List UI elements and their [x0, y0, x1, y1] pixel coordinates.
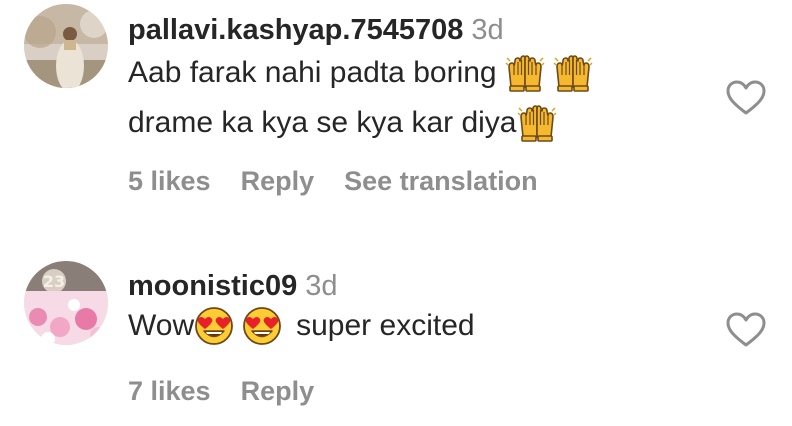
profile-photo	[24, 4, 108, 88]
heart-outline-icon[interactable]	[726, 312, 766, 348]
comment-text-line: Aab farak nahi padta boring	[128, 56, 497, 89]
heart-eyes-emoji	[242, 306, 282, 346]
comment-actions: 5 likes Reply See translation	[128, 166, 568, 197]
reply-button[interactable]: Reply	[241, 166, 315, 196]
raising-hands-emoji	[505, 53, 545, 93]
comment-text-end: super excited	[296, 309, 475, 342]
comment-text: Aab farak nahi padta boring	[128, 48, 712, 98]
comment-item: pallavi.kashyap.7545708 3d Aab farak nahi…	[0, 0, 792, 210]
likes-count[interactable]: 7 likes	[128, 376, 211, 406]
comment-text-line: drame ka kya se kya kar diya	[128, 106, 517, 139]
avatar[interactable]: 23	[24, 261, 108, 345]
raising-hands-emoji	[517, 103, 557, 143]
raising-hands-emoji	[553, 53, 593, 93]
avatar[interactable]	[24, 4, 108, 88]
reply-button[interactable]: Reply	[241, 376, 315, 406]
heart-outline-icon[interactable]	[726, 80, 766, 116]
likes-count[interactable]: 5 likes	[128, 166, 211, 196]
profile-photo: 23	[24, 261, 108, 345]
comment-text: Wow super excited	[128, 304, 712, 348]
svg-text:23: 23	[43, 272, 65, 291]
timestamp: 3d	[305, 270, 338, 302]
comment-text: drame ka kya se kya kar diya	[128, 98, 712, 148]
comment-item: 23 moonistic09 3d Wow super excited 7 lik…	[0, 250, 792, 426]
username[interactable]: moonistic09	[128, 270, 297, 302]
comment-text-start: Wow	[128, 309, 195, 342]
username[interactable]: pallavi.kashyap.7545708	[128, 14, 463, 46]
see-translation-button[interactable]: See translation	[344, 166, 538, 196]
timestamp: 3d	[471, 14, 504, 46]
comment-actions: 7 likes Reply	[128, 376, 344, 407]
heart-eyes-emoji	[194, 306, 234, 346]
